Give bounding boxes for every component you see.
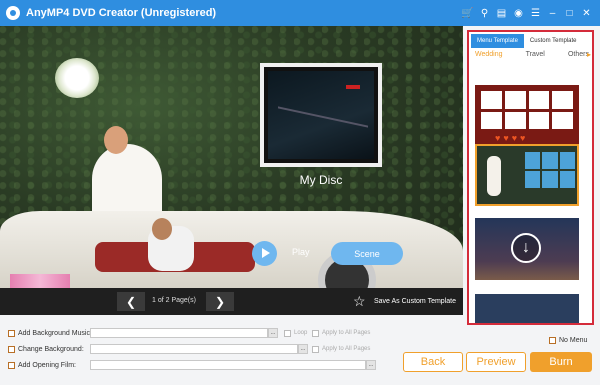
disc-title[interactable]: My Disc [260,173,382,187]
chevron-right-icon[interactable]: ▸ [587,50,591,59]
pink-bunting [10,274,70,288]
bg-music-label: Add Background Music: [18,329,92,337]
template-frames [481,91,573,129]
opening-film-browse-button[interactable]: ... [366,360,376,370]
preview-button[interactable]: Preview [466,352,526,372]
apply-all-music-label: Apply to All Pages [322,330,371,336]
category-others[interactable]: Others [568,51,589,58]
change-bg-option: Change Background: [8,343,84,355]
change-bg-field[interactable] [90,344,298,354]
next-page-button[interactable]: ❯ [206,292,234,311]
apply-all-music-option: Apply to All Pages [312,327,370,339]
apply-all-bg-label: Apply to All Pages [322,346,371,352]
template-frames [525,152,575,188]
template-tabs: Menu Template Custom Template [471,34,583,48]
cart-icon[interactable]: 🛒 [460,8,475,19]
burn-button[interactable]: Burn [530,352,592,372]
template-thumbnail[interactable] [475,294,579,323]
back-button[interactable]: Back [403,352,463,372]
tab-menu-template[interactable]: Menu Template [471,34,524,48]
disc-thumbnail[interactable] [260,63,382,167]
app-logo-icon [6,6,20,20]
opening-film-option: Add Opening Film: [8,359,76,371]
category-tabs: Wedding Travel Others [475,51,589,58]
bride-head [104,126,128,154]
opening-film-field[interactable] [90,360,366,370]
opening-film-checkbox[interactable] [8,361,15,369]
apply-all-bg-checkbox[interactable] [312,345,319,353]
bg-music-browse-button[interactable]: ... [268,328,278,338]
loop-checkbox[interactable] [284,329,291,337]
disc-thumbnail-image [268,71,374,159]
menu-preview: My Disc Play Scene [0,26,463,288]
bouquet-image [55,58,99,98]
no-menu-label: No Menu [559,336,588,344]
category-wedding[interactable]: Wedding [475,51,503,58]
thumbnail-text-mark [346,85,360,89]
play-button-icon[interactable] [252,241,277,266]
change-bg-label: Change Background: [18,345,84,353]
prev-page-button[interactable]: ❮ [117,292,145,311]
maximize-icon[interactable]: □ [562,8,577,19]
bg-music-checkbox[interactable] [8,329,15,337]
loop-option: Loop [284,327,307,339]
change-bg-browse-button[interactable]: ... [298,344,308,354]
tab-custom-template[interactable]: Custom Template [524,34,583,48]
opening-film-label: Add Opening Film: [18,361,76,369]
document-icon[interactable]: ▤ [494,8,509,19]
bg-music-field[interactable] [90,328,268,338]
save-custom-template-link[interactable]: Save As Custom Template [374,298,456,305]
chat-icon[interactable]: ◉ [511,8,526,19]
download-icon[interactable]: ↓ [511,233,541,263]
groom-head [152,218,172,240]
change-bg-checkbox[interactable] [8,345,15,353]
app-title: AnyMP4 DVD Creator (Unregistered) [26,7,217,19]
key-icon[interactable]: ⚲ [477,8,492,19]
bg-music-option: Add Background Music: [8,327,92,339]
star-icon[interactable]: ☆ [353,293,366,310]
template-thumbnail[interactable]: ♥♥♥♥ [475,85,579,147]
apply-all-bg-option: Apply to All Pages [312,343,370,355]
template-thumbnail-selected[interactable] [475,144,579,206]
bride-mini [487,156,501,196]
title-bar-controls: 🛒 ⚲ ▤ ◉ ☰ – □ ✕ [458,0,594,26]
apply-all-music-checkbox[interactable] [312,329,319,337]
close-icon[interactable]: ✕ [579,8,594,19]
scene-button[interactable]: Scene [331,242,403,265]
page-navigation-bar: ❮ 1 of 2 Page(s) ❯ ☆ Save As Custom Temp… [0,288,463,315]
hearts-decoration-icon: ♥♥♥♥ [495,133,529,143]
category-travel[interactable]: Travel [526,51,545,58]
minimize-icon[interactable]: – [545,8,560,19]
page-info: 1 of 2 Page(s) [152,297,196,304]
no-menu-checkbox[interactable] [549,336,556,344]
template-thumbnail[interactable]: ↓ [475,218,579,280]
bridge-shape [278,106,368,156]
loop-label: Loop [294,330,308,336]
play-label[interactable]: Play [292,247,310,257]
template-panel: Menu Template Custom Template Wedding Tr… [467,30,594,325]
menu-icon[interactable]: ☰ [528,8,543,19]
no-menu-option: No Menu [549,334,587,346]
title-bar: AnyMP4 DVD Creator (Unregistered) 🛒 ⚲ ▤ … [0,0,600,26]
